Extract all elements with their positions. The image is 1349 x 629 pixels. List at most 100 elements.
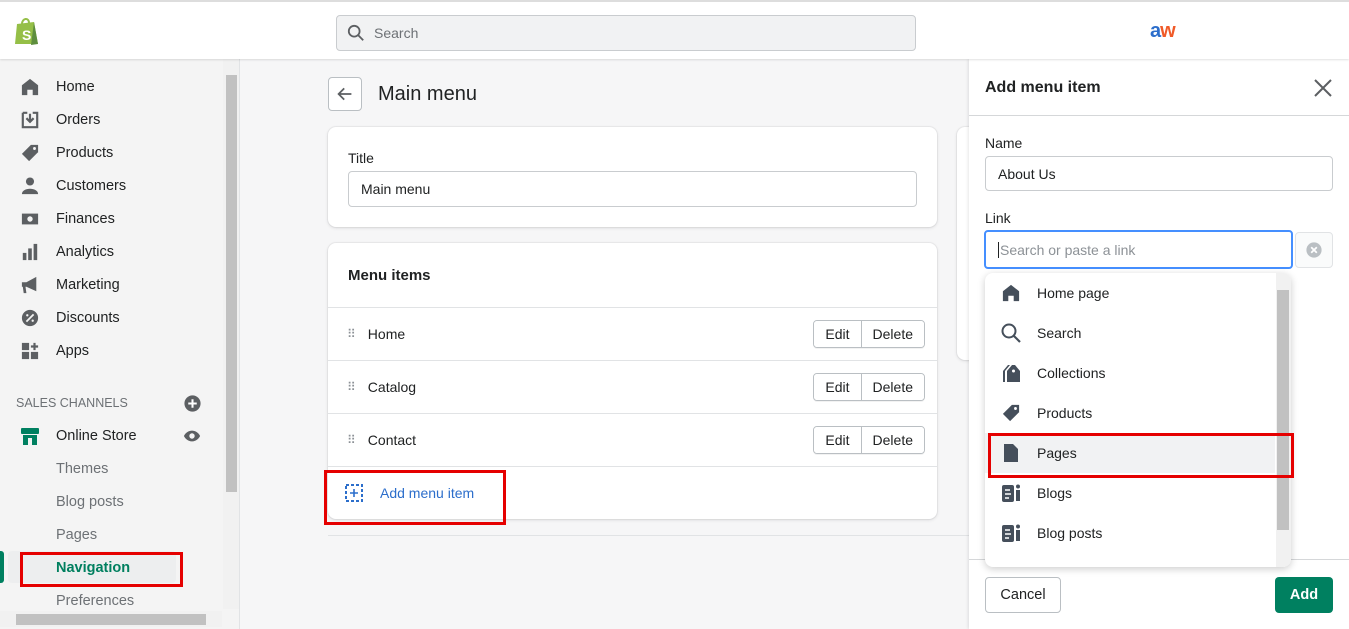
option-search[interactable]: Search	[985, 313, 1275, 353]
sidebar-subitem-pages[interactable]: Pages	[56, 527, 97, 543]
home-icon	[20, 77, 40, 97]
add-channel-icon[interactable]	[184, 395, 201, 412]
page-title: Main menu	[378, 83, 477, 105]
edit-button[interactable]: Edit	[814, 321, 861, 347]
link-dropdown: Home page Search Collections Products Pa…	[985, 273, 1291, 567]
link-label: Link	[985, 210, 1011, 226]
scrollbar-thumb[interactable]	[226, 75, 237, 492]
option-label: Collections	[1037, 365, 1106, 381]
sidebar-item-products[interactable]: Products	[20, 143, 113, 163]
clear-icon	[1306, 242, 1322, 258]
apps-icon	[20, 341, 40, 361]
option-home-page[interactable]: Home page	[985, 273, 1275, 313]
delete-button[interactable]: Delete	[860, 374, 924, 400]
edit-button[interactable]: Edit	[814, 427, 861, 453]
active-indicator	[0, 551, 4, 583]
highlight-box-navigation	[20, 552, 183, 587]
search-icon	[347, 24, 364, 41]
search-input[interactable]: Search	[336, 15, 916, 51]
sidebar-item-online-store[interactable]: Online Store	[20, 426, 137, 446]
title-value: Main menu	[361, 181, 431, 197]
delete-button[interactable]: Delete	[860, 427, 924, 453]
sidebar-label: Online Store	[56, 428, 137, 444]
option-label: Blogs	[1037, 485, 1073, 501]
option-label: Search	[1037, 325, 1082, 341]
add-button[interactable]: Add	[1275, 577, 1333, 613]
name-input[interactable]: About Us	[985, 156, 1333, 191]
collections-icon	[1001, 363, 1021, 383]
divider	[328, 535, 969, 536]
store-icon	[20, 426, 40, 446]
edit-button[interactable]: Edit	[814, 374, 861, 400]
link-input[interactable]: Search or paste a link	[984, 230, 1293, 269]
logo-w: w	[1160, 20, 1176, 42]
megaphone-icon	[20, 275, 40, 295]
sidebar-subitem-preferences[interactable]: Preferences	[56, 593, 134, 609]
option-collections[interactable]: Collections	[985, 353, 1275, 393]
menu-item-label: Home	[367, 326, 406, 342]
drag-handle-icon[interactable]: ⠿	[347, 380, 356, 394]
sidebar-label: Analytics	[56, 244, 115, 260]
blog-icon	[1001, 523, 1021, 543]
drag-handle-icon[interactable]: ⠿	[347, 433, 356, 447]
sidebar-subitem-themes[interactable]: Themes	[56, 461, 108, 477]
search-placeholder: Search	[374, 25, 419, 41]
cancel-button[interactable]: Cancel	[985, 577, 1061, 613]
menu-item-row: ⠿ Home Edit Delete	[328, 307, 937, 360]
panel-title: Add menu item	[985, 79, 1101, 96]
menu-item-row: ⠿ Contact Edit Delete	[328, 413, 937, 466]
scrollbar-thumb[interactable]	[1277, 290, 1289, 530]
divider	[969, 115, 1349, 116]
close-icon[interactable]	[1314, 79, 1332, 97]
shopify-logo[interactable]: S	[14, 16, 40, 46]
highlight-box-pages	[988, 433, 1294, 478]
sidebar-item-customers[interactable]: Customers	[20, 176, 126, 196]
sidebar-label: Products	[56, 145, 114, 161]
highlight-box-add-menu-item	[324, 470, 506, 525]
person-icon	[20, 176, 40, 196]
sidebar-label: Home	[56, 79, 95, 95]
sidebar-item-orders[interactable]: Orders	[20, 110, 100, 130]
eye-icon[interactable]	[183, 429, 201, 443]
orders-icon	[20, 110, 40, 130]
sidebar-label: Discounts	[56, 310, 120, 326]
sidebar-item-analytics[interactable]: Analytics	[20, 242, 114, 262]
sidebar-label: Orders	[56, 112, 101, 128]
finances-icon	[20, 209, 40, 229]
sidebar-item-discounts[interactable]: Discounts	[20, 308, 120, 328]
sidebar-item-home[interactable]: Home	[20, 77, 95, 97]
sidebar-label: Marketing	[56, 277, 120, 293]
sidebar: Home Orders Products Customers Finances …	[0, 59, 240, 629]
menu-item-label: Catalog	[367, 379, 417, 395]
menu-item-label: Contact	[367, 432, 417, 448]
sidebar-item-apps[interactable]: Apps	[20, 341, 89, 361]
name-label: Name	[985, 135, 1023, 151]
menu-items-heading: Menu items	[348, 267, 431, 284]
scrollbar-thumb[interactable]	[16, 614, 206, 625]
option-products[interactable]: Products	[985, 393, 1275, 433]
sales-channels-heading: SALES CHANNELS	[16, 396, 128, 410]
title-input[interactable]: Main menu	[348, 171, 917, 207]
sidebar-item-finances[interactable]: Finances	[20, 209, 115, 229]
drag-handle-icon[interactable]: ⠿	[347, 327, 356, 341]
sidebar-label: Customers	[56, 178, 127, 194]
search-icon	[1001, 323, 1021, 343]
title-label: Title	[348, 150, 374, 166]
sidebar-subitem-blog-posts[interactable]: Blog posts	[56, 494, 124, 510]
home-icon	[1001, 283, 1021, 303]
sidebar-item-marketing[interactable]: Marketing	[20, 275, 120, 295]
option-blog-posts[interactable]: Blog posts	[985, 513, 1275, 553]
sidebar-label: Apps	[56, 343, 90, 359]
svg-text:S: S	[22, 27, 31, 43]
delete-button[interactable]: Delete	[860, 321, 924, 347]
option-label: Home page	[1037, 285, 1110, 301]
option-label: Products	[1037, 405, 1093, 421]
name-value: About Us	[998, 165, 1056, 182]
bar-chart-icon	[20, 242, 40, 262]
clear-link-button[interactable]	[1295, 232, 1333, 268]
back-button[interactable]	[328, 77, 362, 111]
store-logo[interactable]: aw	[1150, 20, 1176, 43]
title-card: Title Main menu	[328, 127, 937, 227]
option-label: Blog posts	[1037, 525, 1103, 541]
option-blogs[interactable]: Blogs	[985, 473, 1275, 513]
